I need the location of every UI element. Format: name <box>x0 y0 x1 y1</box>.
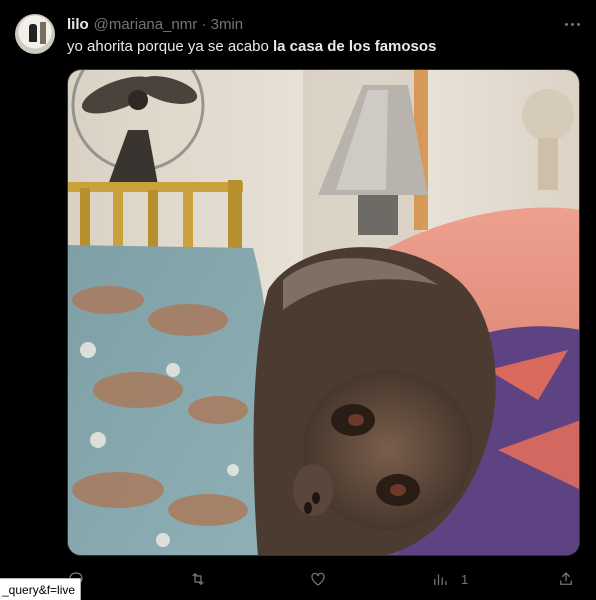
more-options-icon[interactable] <box>560 14 584 34</box>
avatar[interactable] <box>15 14 55 54</box>
bar-chart-icon <box>434 574 447 585</box>
tweet[interactable]: lilo @mariana_nmr · 3min yo ahorita porq… <box>0 0 596 600</box>
avatar-door <box>40 22 46 44</box>
retweet-button[interactable] <box>189 568 207 590</box>
tweet-actions: 1 <box>67 568 580 590</box>
display-name[interactable]: lilo <box>67 16 89 33</box>
tweet-header: lilo @mariana_nmr · 3min <box>67 14 243 34</box>
views-button[interactable]: 1 <box>431 568 468 590</box>
tweet-text-bold: la casa de los famosos <box>272 38 437 55</box>
retweet-icon <box>192 572 204 586</box>
tweet-text: yo ahorita porque ya se acabo la casa de… <box>67 37 436 57</box>
share-button[interactable] <box>557 568 575 590</box>
status-url: _query&f=live <box>0 578 82 600</box>
share-icon <box>560 572 572 585</box>
like-button[interactable] <box>309 568 327 590</box>
handle-and-time[interactable]: @mariana_nmr · 3min <box>94 16 243 33</box>
avatar-figure <box>29 24 37 42</box>
tweet-text-plain: yo ahorita porque ya se acabo <box>67 38 273 55</box>
tweet-media-image[interactable] <box>67 69 580 556</box>
views-count: 1 <box>461 571 469 587</box>
heart-icon <box>311 572 325 586</box>
